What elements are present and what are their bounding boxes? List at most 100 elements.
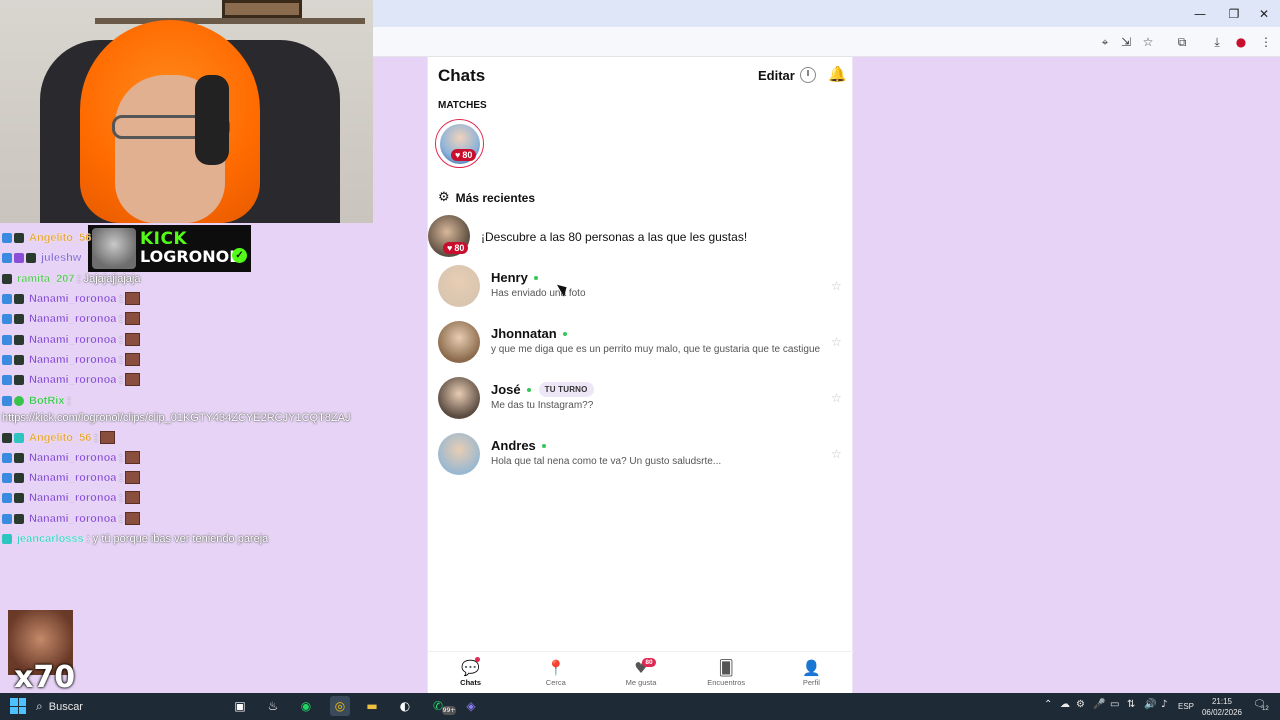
chat-username[interactable]: Nanami_roronoa xyxy=(29,292,117,304)
bookmark-star-icon[interactable]: ☆ xyxy=(1140,34,1156,50)
settings-icon[interactable]: ⚙ xyxy=(1076,699,1085,710)
bell-icon[interactable]: 🔔 xyxy=(828,65,847,83)
wall-picture xyxy=(222,0,302,18)
install-icon[interactable]: ⇲ xyxy=(1118,34,1134,50)
chat-avatar[interactable] xyxy=(438,377,480,419)
chat-message: Nanami_roronoa: xyxy=(2,489,141,506)
user-badge-icon xyxy=(14,354,24,365)
discord-icon[interactable]: ◈ xyxy=(461,696,481,716)
language-indicator[interactable]: ESP xyxy=(1178,702,1194,711)
nav-encounters[interactable]: 🂠 Encuentros xyxy=(684,652,769,693)
user-badge-icon xyxy=(14,232,24,243)
nav-chats[interactable]: 💬 Chats xyxy=(428,652,513,693)
favorite-star-icon[interactable]: ☆ xyxy=(831,279,842,293)
favorite-star-icon[interactable]: ☆ xyxy=(831,335,842,349)
volume-icon[interactable]: 🔊 xyxy=(1144,699,1156,710)
chat-message: Nanami_roronoa: xyxy=(2,310,141,327)
profile-icon: 👤 xyxy=(802,658,821,677)
filter-icon: ⚙ xyxy=(438,190,450,205)
chat-username[interactable]: Nanami_roronoa xyxy=(29,312,117,324)
chat-message: juleshw xyxy=(2,249,81,266)
chat-username[interactable]: Nanami_roronoa xyxy=(29,512,117,524)
chat-avatar[interactable] xyxy=(438,265,480,307)
nav-label: Encuentros xyxy=(707,677,746,687)
nav-likes[interactable]: ♥ 80 Me gusta xyxy=(598,652,683,693)
chat-username[interactable]: Nanami_roronoa xyxy=(29,491,117,503)
chat-text: : xyxy=(119,292,123,305)
task-view-icon[interactable]: ▣ xyxy=(230,696,250,716)
taskbar: ⌕ Buscar ▣ ♨ ◉ ◎ ▬ ◐ ✆ 99+ ◈ ⌃ ☁ ⚙ 🎤 ▭ ⇅… xyxy=(0,693,1280,720)
chat-avatar[interactable] xyxy=(438,433,480,475)
chrome-icon[interactable]: ◎ xyxy=(330,696,350,716)
profile-icon[interactable]: ● xyxy=(1233,34,1249,50)
display-icon[interactable]: ▭ xyxy=(1110,699,1119,710)
taskbar-search[interactable]: ⌕ Buscar xyxy=(36,696,221,717)
favorite-star-icon[interactable]: ☆ xyxy=(831,391,842,405)
app-panel: Chats Editar 🔔 MATCHES ♥ 80 ⚙ Más recien… xyxy=(427,57,854,693)
download-icon[interactable]: ⤓ xyxy=(1209,34,1225,50)
chat-list-item[interactable]: Henry Has enviado una foto ☆ xyxy=(428,265,854,317)
file-explorer-icon[interactable]: ▬ xyxy=(362,696,382,716)
chat-message: Nanami_roronoa: xyxy=(2,351,141,368)
steam-icon[interactable]: ♨ xyxy=(263,696,283,716)
user-badge-icon xyxy=(14,313,24,324)
chat-username[interactable]: juleshw xyxy=(41,251,82,263)
verified-icon: ✓ xyxy=(232,248,247,263)
chat-username[interactable]: jeancarlosss xyxy=(17,532,84,544)
speaker-icon[interactable]: ♪ xyxy=(1161,699,1167,710)
chat-avatar[interactable] xyxy=(438,321,480,363)
chat-username[interactable]: Nanami_roronoa xyxy=(29,333,117,345)
nav-nearby[interactable]: 📍 Cerca xyxy=(513,652,598,693)
microphone-icon[interactable]: 🎤 xyxy=(1093,699,1105,710)
user-badge-icon xyxy=(14,374,24,385)
chat-username[interactable]: Nanami_roronoa xyxy=(29,373,117,385)
recent-filter[interactable]: ⚙ Más recientes xyxy=(438,190,535,205)
windows-start-icon[interactable] xyxy=(10,698,26,714)
discover-likes-row[interactable]: ♥ 80 ¡Descubre a las 80 personas a las q… xyxy=(428,215,854,259)
chat-username[interactable]: Nanami_roronoa xyxy=(29,451,117,463)
chat-text: : xyxy=(119,373,123,386)
chat-username[interactable]: Nanami_roronoa xyxy=(29,353,117,365)
chat-message: Nanami_roronoa: xyxy=(2,290,141,307)
chat-text: : xyxy=(119,491,123,504)
taskbar-clock[interactable]: 21:15 06/02/2026 xyxy=(1200,696,1244,718)
nav-profile[interactable]: 👤 Perfil xyxy=(769,652,854,693)
tray-chevron-icon[interactable]: ⌃ xyxy=(1044,699,1052,710)
chat-emote-icon xyxy=(125,512,141,525)
chat-username[interactable]: Angelito_56 xyxy=(29,231,92,243)
webcam-overlay xyxy=(0,0,373,223)
user-badge-icon xyxy=(14,432,24,443)
chat-list-item[interactable]: Andres Hola que tal nena como te va? Un g… xyxy=(428,433,854,485)
chat-username[interactable]: BotRix xyxy=(29,394,65,406)
chat-list-item[interactable]: José TU TURNO Me das tu Instagram?? ☆ xyxy=(428,377,854,429)
chat-username[interactable]: Angelito_56 xyxy=(29,431,92,443)
chat-emote-icon xyxy=(125,471,141,484)
network-icon[interactable]: ⇅ xyxy=(1127,699,1135,710)
chat-username[interactable]: Nanami_roronoa xyxy=(29,471,117,483)
spotify-icon[interactable]: ◉ xyxy=(296,696,316,716)
obs-icon[interactable]: ◐ xyxy=(395,696,415,716)
kick-logo: KICK xyxy=(140,229,188,249)
chat-username[interactable]: ramita_207 xyxy=(17,272,75,284)
user-badge-icon xyxy=(2,492,12,503)
chat-list-item[interactable]: Jhonnatan y que me diga que es un perrito… xyxy=(428,321,854,373)
close-window-button[interactable]: ✕ xyxy=(1248,0,1280,27)
extensions-icon[interactable]: ⧉ xyxy=(1174,34,1190,50)
browser-titlebar: — ❐ ✕ xyxy=(373,0,1280,27)
cloud-icon[interactable]: ☁ xyxy=(1060,699,1070,710)
restore-button[interactable]: ❐ xyxy=(1218,0,1250,27)
chat-message: ramita_207: Jajajajjajaja xyxy=(2,270,143,287)
bottom-nav: 💬 Chats 📍 Cerca ♥ 80 Me gusta 🂠 Encuentros 👤 Perfi… xyxy=(428,651,854,693)
chat-link[interactable]: https://kick.com/logronol/clips/clip_01K… xyxy=(2,412,350,424)
speedometer-icon[interactable] xyxy=(800,67,816,83)
heart-icon: ♥ xyxy=(455,150,461,160)
favorite-star-icon[interactable]: ☆ xyxy=(831,447,842,461)
likes-badge: ♥ 80 xyxy=(451,149,477,161)
minimize-button[interactable]: — xyxy=(1184,0,1216,27)
search-icon: ⌕ xyxy=(36,699,43,713)
edit-button[interactable]: Editar xyxy=(758,68,795,83)
location-pin-icon[interactable]: ⌖ xyxy=(1097,34,1113,50)
notification-count: 12 xyxy=(1262,706,1269,712)
chat-emote-icon xyxy=(125,451,141,464)
menu-icon[interactable]: ⋮ xyxy=(1258,34,1274,50)
